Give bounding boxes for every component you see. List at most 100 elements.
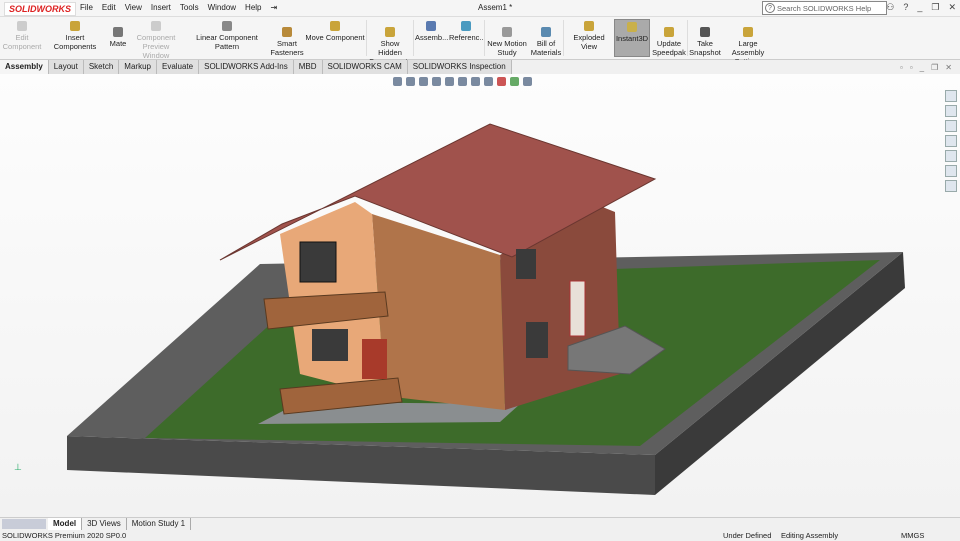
menu-view[interactable]: View bbox=[125, 3, 142, 12]
insert-components-button[interactable]: Insert Components bbox=[44, 19, 106, 51]
minimize-button[interactable]: _ bbox=[917, 2, 922, 13]
show-hidden-icon bbox=[385, 27, 395, 37]
label: Bill of Materials bbox=[530, 39, 562, 57]
tab-cam[interactable]: SOLIDWORKS CAM bbox=[322, 60, 408, 74]
motion-icon bbox=[502, 27, 512, 37]
label: Component Preview Window bbox=[136, 33, 176, 60]
forum-icon[interactable] bbox=[945, 180, 957, 192]
menu-edit[interactable]: Edit bbox=[102, 3, 116, 12]
camera-icon bbox=[700, 27, 710, 37]
tab-addins[interactable]: SOLIDWORKS Add-Ins bbox=[199, 60, 294, 74]
solidworks-logo[interactable]: SOLIDWORKS bbox=[4, 2, 76, 16]
label: Insert Components bbox=[53, 33, 97, 51]
view-palette-icon[interactable] bbox=[945, 135, 957, 147]
command-tabs: Assembly Layout Sketch Markup Evaluate S… bbox=[0, 60, 960, 74]
label: Exploded View bbox=[573, 33, 605, 51]
restore-button[interactable]: ❐ bbox=[931, 2, 939, 13]
menu-insert[interactable]: Insert bbox=[151, 3, 171, 12]
take-snapshot-button[interactable]: Take Snapshot bbox=[689, 25, 721, 57]
menu-window[interactable]: Window bbox=[208, 3, 236, 12]
file-explorer-icon[interactable] bbox=[945, 120, 957, 132]
move-component-button[interactable]: Move Component bbox=[305, 19, 365, 42]
window bbox=[299, 241, 337, 283]
window bbox=[526, 322, 548, 358]
user-icon[interactable]: ⚇ bbox=[886, 2, 894, 13]
tab-motion-study[interactable]: Motion Study 1 bbox=[127, 518, 192, 530]
search-input[interactable]: ? Search SOLIDWORKS Help bbox=[762, 1, 887, 15]
help-menu-icon[interactable]: ? bbox=[903, 2, 908, 13]
update-speedpak-button[interactable]: Update Speedpak bbox=[652, 25, 686, 57]
tab-model[interactable]: Model bbox=[48, 518, 83, 530]
insert-components-icon bbox=[70, 21, 80, 31]
custom-properties-icon[interactable] bbox=[945, 165, 957, 177]
tab-3d-views[interactable]: 3D Views bbox=[82, 518, 127, 530]
command-manager: Edit Component Insert Components Mate Co… bbox=[0, 17, 960, 66]
window-title: Assem1 * bbox=[478, 3, 513, 12]
pattern-icon bbox=[222, 21, 232, 31]
bom-icon bbox=[541, 27, 551, 37]
triad-icon: ⊥ bbox=[14, 462, 22, 472]
close-button[interactable]: ✕ bbox=[948, 2, 956, 13]
tab-assembly[interactable]: Assembly bbox=[0, 60, 49, 74]
tab-markup[interactable]: Markup bbox=[119, 60, 157, 74]
search-placeholder: Search SOLIDWORKS Help bbox=[777, 4, 872, 13]
tab-scroll-buttons[interactable] bbox=[2, 519, 46, 529]
tab-evaluate[interactable]: Evaluate bbox=[156, 60, 200, 74]
bom-button[interactable]: Bill of Materials bbox=[530, 25, 562, 57]
resources-icon[interactable] bbox=[945, 90, 957, 102]
bottom-tabs: Model 3D Views Motion Study 1 bbox=[0, 517, 960, 530]
mate-button[interactable]: Mate bbox=[107, 25, 129, 48]
label: Assemb... bbox=[415, 33, 449, 42]
label: Instant3D bbox=[615, 34, 649, 43]
pin-icon[interactable]: ⇥ bbox=[271, 3, 278, 12]
window bbox=[516, 249, 536, 279]
task-pane-tabs bbox=[945, 90, 959, 192]
label: Referenc... bbox=[449, 33, 486, 42]
tab-sketch[interactable]: Sketch bbox=[83, 60, 120, 74]
label: Edit Component bbox=[2, 33, 42, 51]
label: Linear Component Pattern bbox=[196, 33, 258, 51]
component-preview-button[interactable]: Component Preview Window bbox=[130, 19, 182, 60]
new-motion-study-button[interactable]: New Motion Study bbox=[486, 25, 528, 57]
house-model bbox=[67, 123, 905, 495]
editing-mode: Editing Assembly bbox=[781, 531, 839, 540]
preview-icon bbox=[151, 21, 161, 31]
graphics-area[interactable]: ▫ ▫ _ ❐ ✕ ⊥ bbox=[0, 63, 960, 517]
label: Update Speedpak bbox=[652, 39, 686, 57]
units-selector[interactable]: MMGS bbox=[901, 530, 924, 541]
tab-mbd[interactable]: MBD bbox=[293, 60, 323, 74]
exploded-view-button[interactable]: Exploded View bbox=[565, 19, 613, 51]
design-library-icon[interactable] bbox=[945, 105, 957, 117]
edit-component-button[interactable]: Edit Component bbox=[2, 19, 42, 51]
explode-icon bbox=[584, 21, 594, 31]
help-icon: ? bbox=[765, 3, 775, 13]
door bbox=[362, 339, 387, 379]
tab-inspection[interactable]: SOLIDWORKS Inspection bbox=[407, 60, 512, 74]
instant3d-button[interactable]: Instant3D bbox=[614, 19, 650, 57]
large-assembly-icon bbox=[743, 27, 753, 37]
menu-help[interactable]: Help bbox=[245, 3, 261, 12]
viewport-max-icon[interactable]: ❐ bbox=[931, 63, 938, 72]
reference-geometry-button[interactable]: Referenc... bbox=[449, 19, 486, 42]
door bbox=[569, 280, 586, 337]
viewport-restore-icon[interactable]: ▫ bbox=[900, 63, 903, 72]
appearances-icon[interactable] bbox=[945, 150, 957, 162]
move-icon bbox=[330, 21, 340, 31]
label: Smart Fasteners bbox=[270, 39, 304, 57]
tab-layout[interactable]: Layout bbox=[48, 60, 84, 74]
status-bar: SOLIDWORKS Premium 2020 SP0.0 Under Defi… bbox=[0, 530, 960, 541]
assembly-features-button[interactable]: Assemb... bbox=[415, 19, 449, 42]
label: New Motion Study bbox=[487, 39, 527, 57]
reference-icon bbox=[461, 21, 471, 31]
linear-pattern-button[interactable]: Linear Component Pattern bbox=[185, 19, 269, 51]
viewport-minimize-icon[interactable]: _ bbox=[920, 63, 924, 72]
menu-tools[interactable]: Tools bbox=[180, 3, 199, 12]
menu-file[interactable]: File bbox=[80, 3, 93, 12]
definition-state: Under Defined bbox=[723, 531, 772, 540]
smart-fasteners-button[interactable]: Smart Fasteners bbox=[270, 25, 304, 57]
viewport-tile-icon[interactable]: ▫ bbox=[910, 63, 913, 72]
fastener-icon bbox=[282, 27, 292, 37]
speedpak-icon bbox=[664, 27, 674, 37]
product-version: SOLIDWORKS Premium 2020 SP0.0 bbox=[2, 531, 127, 540]
viewport-close-icon[interactable]: ✕ bbox=[945, 63, 952, 72]
